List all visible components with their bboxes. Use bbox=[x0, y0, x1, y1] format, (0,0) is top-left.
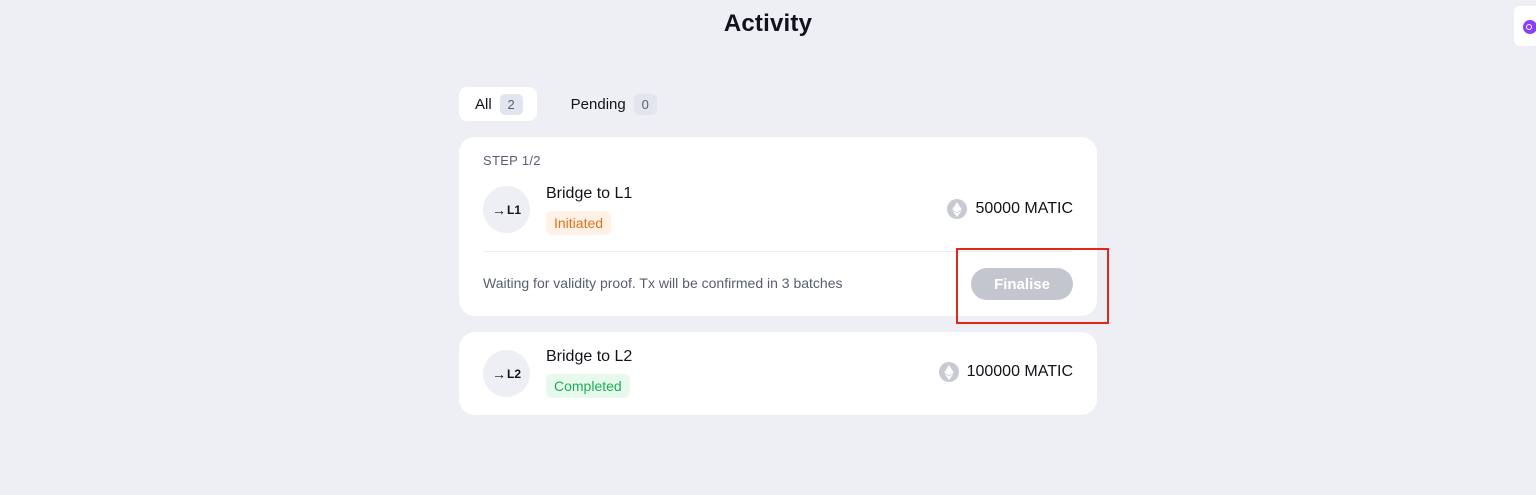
arrow-right-icon: → bbox=[491, 201, 506, 218]
bridge-l1-avatar: → L1 bbox=[483, 186, 530, 233]
tab-all-count: 2 bbox=[499, 93, 523, 115]
tab-all[interactable]: All 2 bbox=[459, 87, 537, 121]
transaction-card: → L2 Bridge to L2 Completed 100000 MATIC bbox=[459, 332, 1097, 415]
network-icon bbox=[1523, 20, 1536, 34]
transaction-title: Bridge to L2 bbox=[546, 348, 633, 365]
transaction-amount: 100000 MATIC bbox=[938, 362, 1073, 382]
status-badge: Initiated bbox=[546, 211, 612, 235]
tab-pending-label: Pending bbox=[570, 95, 626, 113]
finalise-button[interactable]: Finalise bbox=[971, 268, 1073, 300]
ethereum-icon bbox=[938, 362, 959, 382]
transaction-title: Bridge to L1 bbox=[546, 185, 633, 202]
arrow-right-icon: → bbox=[491, 365, 506, 382]
status-info-text: Waiting for validity proof. Tx will be c… bbox=[483, 275, 843, 291]
tab-pending-count: 0 bbox=[633, 93, 657, 115]
avatar-label: L2 bbox=[506, 366, 521, 381]
amount-value: 100000 MATIC bbox=[966, 363, 1073, 380]
tab-pending[interactable]: Pending 0 bbox=[555, 87, 671, 121]
corner-widget[interactable] bbox=[1514, 6, 1536, 46]
amount-value: 50000 MATIC bbox=[975, 200, 1073, 217]
status-badge: Completed bbox=[546, 374, 630, 398]
activity-tabs: All 2 Pending 0 bbox=[459, 87, 671, 121]
page-title: Activity bbox=[723, 10, 813, 37]
step-label: STEP 1/2 bbox=[483, 153, 541, 168]
ethereum-icon bbox=[947, 199, 968, 219]
transaction-amount: 50000 MATIC bbox=[947, 199, 1073, 219]
tab-all-label: All bbox=[475, 95, 492, 113]
bridge-l2-avatar: → L2 bbox=[483, 350, 530, 397]
transaction-card: STEP 1/2 → L1 Bridge to L1 Initiated 500… bbox=[459, 137, 1097, 316]
avatar-label: L1 bbox=[506, 202, 521, 217]
divider bbox=[483, 251, 1073, 252]
